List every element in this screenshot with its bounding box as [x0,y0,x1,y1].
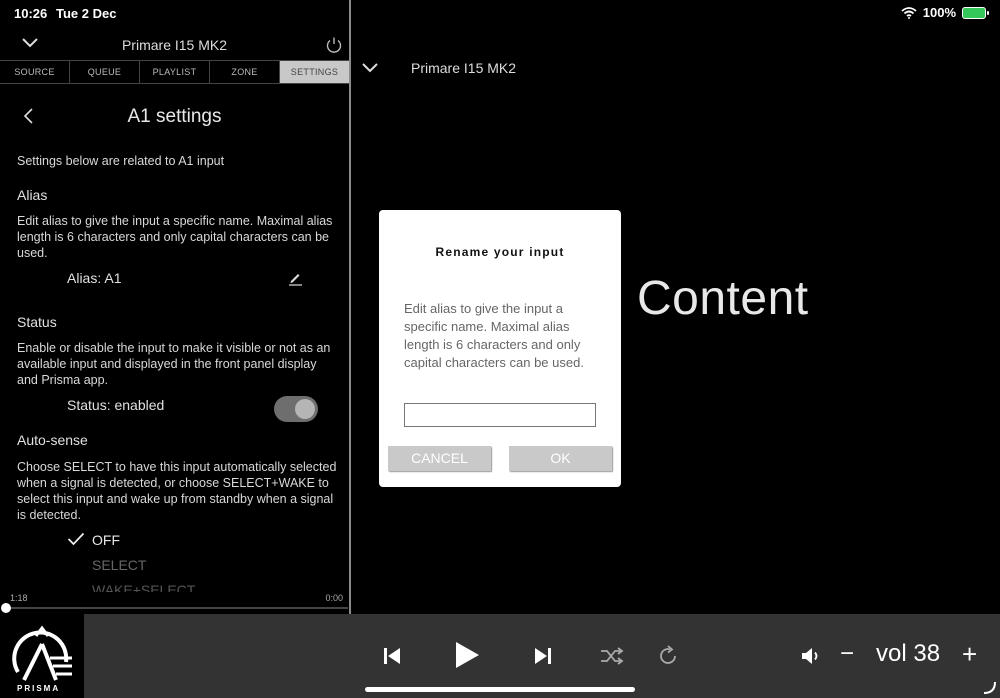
speaker-icon[interactable] [800,645,822,667]
autosense-option-select[interactable]: SELECT [92,557,146,573]
status-time: 10:26 [14,6,48,21]
elapsed-time: 1:18 [10,593,28,603]
progress-track[interactable] [4,607,348,609]
home-indicator[interactable] [365,687,635,692]
volume-up-button[interactable]: + [962,639,977,670]
settings-header: A1 settings [0,102,349,132]
status-heading: Status [17,314,57,330]
remaining-time: 0:00 [325,593,343,603]
left-device-title: Primare I15 MK2 [121,37,228,53]
tab-playlist[interactable]: PLAYLIST [140,61,210,83]
status-bar: 10:26 Tue 2 Dec 100% [0,0,1000,26]
status-toggle[interactable] [274,396,318,422]
tab-source[interactable]: SOURCE [0,61,70,83]
status-right: 100% [901,5,989,20]
shuffle-icon[interactable] [600,646,624,666]
checkmark-icon [67,532,85,546]
prisma-logo-icon [12,625,72,681]
player-bar: PRISMA − vol 38 + [0,614,1000,698]
previous-track-icon[interactable] [382,646,402,666]
progress-handle[interactable] [1,603,11,613]
panel-divider [349,0,351,614]
dialog-title: Rename your input [435,245,565,259]
power-icon[interactable] [325,36,343,54]
tab-bar: SOURCE QUEUE PLAYLIST ZONE SETTINGS [0,60,349,84]
right-device-title: Primare I15 MK2 [411,60,517,76]
status-value: Status: enabled [67,397,165,413]
autosense-heading: Auto-sense [17,432,88,448]
next-track-icon[interactable] [533,646,553,666]
battery-icon [962,6,989,19]
repeat-icon[interactable] [656,644,680,668]
prisma-brand: PRISMA [17,684,61,693]
dialog-body: Edit alias to give the input a specific … [404,301,584,370]
toggle-knob [295,399,315,419]
tab-settings[interactable]: SETTINGS [280,61,349,83]
autosense-option-wake-select[interactable]: WAKE+SELECT [92,582,195,592]
alias-input[interactable] [404,403,596,427]
autosense-description: Choose SELECT to have this input automat… [17,460,337,522]
autosense-option-off[interactable]: OFF [92,532,120,548]
chevron-down-icon[interactable] [360,60,380,76]
ok-button[interactable]: OK [509,446,612,471]
left-panel: Primare I15 MK2 SOURCE QUEUE PLAYLIST ZO… [0,26,349,614]
tab-queue[interactable]: QUEUE [70,61,140,83]
prisma-logo[interactable]: PRISMA [0,614,84,698]
left-header: Primare I15 MK2 [0,26,349,60]
volume-down-button[interactable]: − [840,640,854,668]
cancel-button[interactable]: CANCEL [388,446,491,471]
alias-value: Alias: A1 [67,270,122,286]
rename-dialog: Rename your input Edit alias to give the… [379,210,621,487]
resize-handle-icon[interactable] [982,680,996,694]
alias-description: Edit alias to give the input a specific … [17,214,333,260]
tab-zone[interactable]: ZONE [210,61,280,83]
pencil-edit-icon[interactable] [287,270,303,286]
settings-intro: Settings below are related to A1 input [17,154,225,168]
wifi-icon [901,6,917,19]
page-title: A1 settings [127,106,222,127]
content-label: Content [637,272,809,325]
status-date: Tue 2 Dec [56,6,117,21]
alias-heading: Alias [17,187,48,203]
play-icon[interactable] [453,640,481,670]
volume-level: vol 38 [876,640,941,667]
battery-percent: 100% [922,5,956,20]
status-description: Enable or disable the input to make it v… [17,341,331,387]
